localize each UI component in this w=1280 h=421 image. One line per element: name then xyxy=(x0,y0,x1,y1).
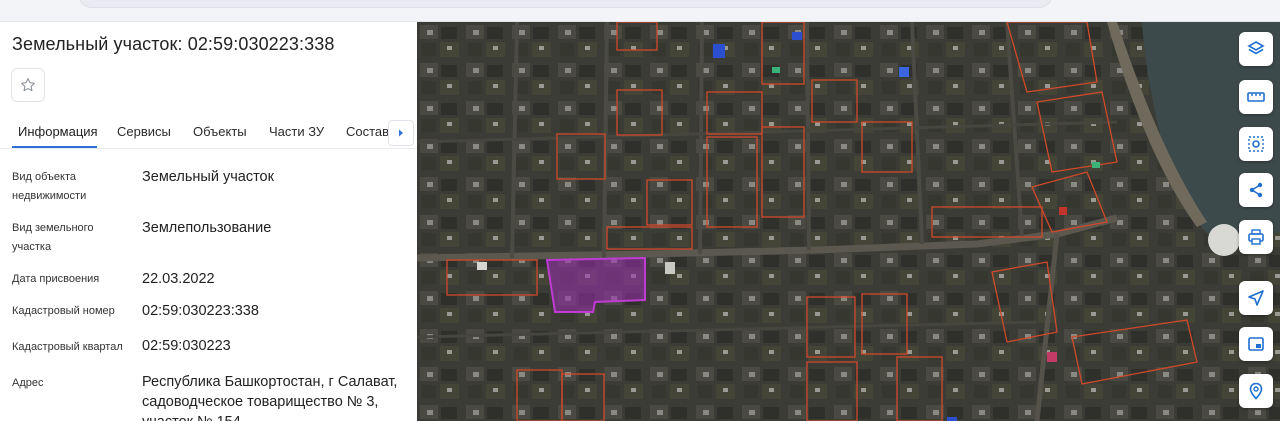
navigation-icon xyxy=(1248,290,1264,306)
field-value-address: Республика Башкортостан, г Салават, садо… xyxy=(142,374,398,421)
street xyxy=(805,22,811,251)
print-button[interactable] xyxy=(1239,220,1273,254)
map-canvas[interactable] xyxy=(417,22,1280,421)
location-search-icon xyxy=(1249,382,1263,400)
share-button[interactable] xyxy=(1239,173,1273,207)
navigation-button[interactable] xyxy=(1239,281,1273,315)
share-icon xyxy=(1249,182,1263,198)
water-tower xyxy=(1208,224,1240,256)
layers-icon xyxy=(1247,41,1265,55)
satellite-map[interactable] xyxy=(417,22,1280,421)
favorite-button[interactable] xyxy=(11,68,45,102)
tab-information[interactable]: Информация xyxy=(18,124,98,139)
picture-in-picture-icon xyxy=(1248,337,1264,351)
field-label-cadastral-number: Кадастровый номер xyxy=(12,305,115,317)
picture-in-picture-button[interactable] xyxy=(1239,327,1273,361)
chevron-right-icon xyxy=(399,129,403,137)
field-value-cadastral-number[interactable]: 02:59:030223:338 xyxy=(142,301,412,321)
tab-parts[interactable]: Части ЗУ xyxy=(269,124,324,139)
field-label-cadastral-quarter: Кадастровый квартал xyxy=(12,341,123,353)
tabs-bar: Информация Сервисы Объекты Части ЗУ Сост… xyxy=(0,118,417,148)
field-value-cadastral-quarter[interactable]: 02:59:030223 xyxy=(142,336,412,356)
field-label-address: Адрес xyxy=(12,377,44,389)
field-value-land-type: Землепользование xyxy=(142,220,272,236)
field-label-land-type: Вид земельного участка xyxy=(12,222,94,253)
field-value-assign-date: 22.03.2022 xyxy=(142,271,215,287)
search-bar[interactable] xyxy=(78,0,1053,8)
top-bar xyxy=(0,0,1280,22)
layers-button[interactable] xyxy=(1239,32,1273,66)
area-select-icon xyxy=(1248,136,1264,152)
ruler-button[interactable] xyxy=(1239,80,1273,114)
location-search-button[interactable] xyxy=(1239,374,1273,408)
ruler-icon xyxy=(1247,92,1265,102)
page-title: Земельный участок: 02:59:030223:338 xyxy=(12,34,335,54)
tab-services[interactable]: Сервисы xyxy=(117,124,171,139)
field-value-object-type: Земельный участок xyxy=(142,169,274,185)
tab-objects[interactable]: Объекты xyxy=(193,124,247,139)
street xyxy=(698,22,704,255)
tabs-next-button[interactable] xyxy=(388,120,414,146)
field-label-assign-date: Дата присвоения xyxy=(12,273,100,285)
area-select-button[interactable] xyxy=(1239,127,1273,161)
tab-composition[interactable]: Состав xyxy=(346,124,389,139)
field-label-object-type: Вид объекта недвижимости xyxy=(12,171,87,202)
star-outline-icon xyxy=(21,78,35,92)
info-panel: Земельный участок: 02:59:030223:338 Инфо… xyxy=(0,22,417,421)
tabs-divider xyxy=(0,148,417,149)
print-icon xyxy=(1248,229,1264,245)
